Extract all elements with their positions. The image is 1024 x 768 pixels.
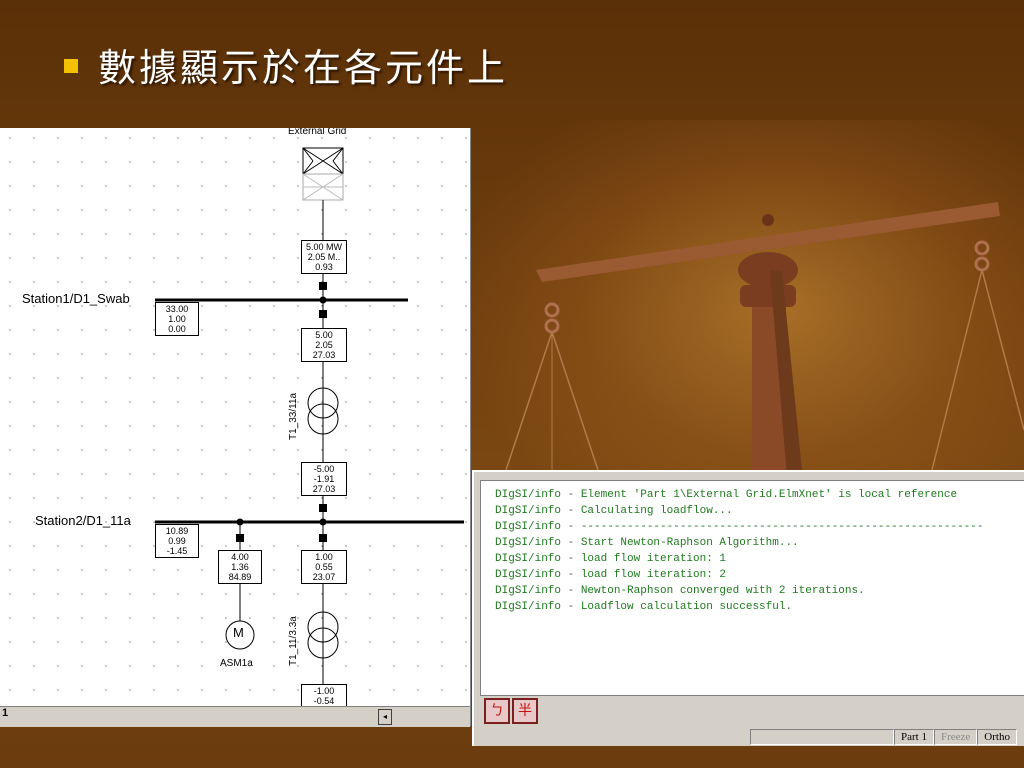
bus2-node	[319, 518, 327, 526]
output-log[interactable]: DIgSI/info - Element 'Part 1\External Gr…	[480, 480, 1024, 696]
diagram-footer: 1 ◂	[0, 706, 470, 727]
ime-bopomofo-button[interactable]: ㄅ	[484, 698, 510, 724]
slide-title: 數據顯示於在各元件上	[64, 36, 508, 92]
ime-toolbar: ㄅ 半	[484, 698, 538, 724]
log-line: DIgSI/info - ---------------------------…	[495, 521, 984, 533]
page-tab[interactable]: 1	[2, 707, 32, 725]
status-bar: Part 1 Freeze Ortho	[750, 728, 1024, 746]
log-line: DIgSI/info - Newton-Raphson converged wi…	[495, 585, 865, 597]
log-line: DIgSI/info - load flow iteration: 1	[495, 553, 727, 565]
log-line: DIgSI/info - Element 'Part 1\External Gr…	[495, 489, 958, 501]
single-line-diagram[interactable]: External Grid Station1/D1_Swab Station2/…	[0, 128, 471, 726]
motor-symbol: M	[233, 625, 244, 640]
grid-result-box: 5.00 MW 2.05 M.. 0.93	[301, 240, 347, 274]
log-line: DIgSI/info - Start Newton-Raphson Algori…	[495, 537, 799, 549]
breaker	[319, 282, 327, 290]
bus1-node	[319, 296, 327, 304]
log-line: DIgSI/info - load flow iteration: 2	[495, 569, 727, 581]
breaker	[319, 534, 327, 542]
bus1-result-box: 33.00 1.00 0.00	[155, 302, 199, 336]
bus2-label: Station2/D1_11a	[35, 513, 131, 528]
breaker	[319, 504, 327, 512]
transformer1-label: T1_33/11a	[288, 392, 299, 440]
transformer2-label: T1_11/3.3a	[288, 616, 299, 666]
scroll-left-button[interactable]: ◂	[378, 709, 392, 725]
motor-result-box: 4.00 1.36 84.89	[218, 550, 262, 584]
bus1-label: Station1/D1_Swab	[22, 291, 130, 306]
status-ortho[interactable]: Ortho	[977, 729, 1017, 745]
t1-hv-result-box: 5.00 2.05 27.03	[301, 328, 347, 362]
diagram-graphics	[0, 128, 470, 706]
breaker	[319, 310, 327, 318]
balance-scale-image	[505, 202, 1024, 490]
t2-lv-result-box: -1.00 -0.54	[301, 684, 347, 708]
title-text: 數據顯示於在各元件上	[98, 45, 509, 90]
t2-hv-result-box: 1.00 0.55 23.07	[301, 550, 347, 584]
output-window: DIgSI/info - Element 'Part 1\External Gr…	[472, 470, 1024, 746]
external-grid-symbol	[302, 147, 344, 201]
ime-halfwidth-button[interactable]: 半	[512, 698, 538, 724]
external-grid-label: External Grid	[288, 128, 347, 137]
square-bullet-icon	[64, 59, 78, 73]
motor-label: ASM1a	[220, 658, 253, 669]
grid-dots	[0, 128, 470, 706]
log-line: DIgSI/info - Calculating loadflow...	[495, 505, 733, 517]
log-line: DIgSI/info - Loadflow calculation succes…	[495, 601, 793, 613]
status-freeze[interactable]: Freeze	[933, 729, 978, 745]
bus2-result-box: 10.89 0.99 -1.45	[155, 524, 199, 558]
t1-lv-result-box: -5.00 -1.91 27.03	[301, 462, 347, 496]
status-part: Part 1	[894, 729, 934, 745]
status-empty	[750, 729, 894, 745]
